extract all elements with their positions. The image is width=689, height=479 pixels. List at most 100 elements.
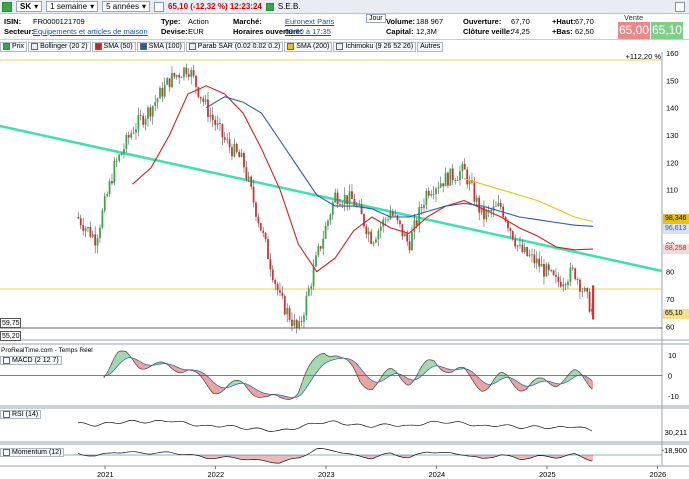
- candle-body: [226, 139, 229, 141]
- candle-body: [360, 204, 363, 215]
- legend-sma50[interactable]: SMA (50): [91, 41, 136, 52]
- candle-body: [317, 246, 320, 256]
- candle-body: [384, 219, 387, 221]
- settings-icon[interactable]: [675, 2, 685, 12]
- candle-body: [545, 264, 548, 277]
- legend-prix[interactable]: Prix: [0, 41, 28, 52]
- candle-body: [269, 259, 272, 270]
- achat-price-box[interactable]: 65,10: [651, 22, 683, 39]
- candle-body: [507, 221, 509, 229]
- candle-body: [411, 231, 413, 251]
- y-tick-label: 130: [666, 131, 679, 140]
- legend-parab-sar[interactable]: Parab SAR (0.02 0.02 0.2): [185, 41, 284, 52]
- range-select[interactable]: 5 années ▾: [102, 1, 151, 12]
- legend-label: SMA (50): [103, 42, 133, 50]
- swatch-icon: [188, 43, 196, 50]
- candle-body: [327, 220, 329, 227]
- macd-label-text: MACD (2 12 7): [12, 357, 59, 364]
- candle-body: [166, 78, 169, 85]
- candle-body: [123, 148, 125, 154]
- candle-body: [259, 223, 262, 231]
- candle-body: [435, 188, 437, 195]
- candle-body: [339, 204, 341, 205]
- candle-body: [243, 152, 245, 168]
- legend-ichimoku[interactable]: Ichimoku (9 26 52 26): [333, 41, 417, 52]
- company-name: S.E.B.: [277, 2, 301, 11]
- candle-body: [394, 215, 397, 217]
- candle-body: [180, 77, 183, 79]
- horaires-link[interactable]: 09:00 à 17:35: [285, 27, 331, 36]
- jour-button[interactable]: Jour: [366, 14, 386, 23]
- candle-body: [231, 147, 233, 157]
- candle-body: [509, 228, 512, 232]
- candle-body: [399, 220, 401, 225]
- candle-body: [415, 220, 418, 226]
- candle-body: [144, 118, 147, 125]
- devise-label: Devise:: [161, 27, 188, 36]
- symbol-select[interactable]: SK ▾: [16, 1, 43, 12]
- x-tick-label: 2023: [318, 470, 335, 479]
- macd-line: [103, 350, 593, 400]
- isin-label: ISIN:: [4, 17, 22, 26]
- capital-value: 12,3M: [416, 27, 437, 36]
- macd-signal-line: [103, 357, 593, 398]
- candle-body: [132, 132, 135, 134]
- candle-body: [490, 209, 493, 211]
- candle-body: [228, 139, 231, 148]
- candle-body: [346, 195, 349, 205]
- candle-body: [535, 258, 538, 264]
- capital-label: Capital:: [386, 27, 414, 36]
- candle-body: [519, 244, 521, 246]
- candle-body: [449, 168, 452, 186]
- period-value: 1 semaine: [50, 2, 88, 11]
- cloture-value: 74,25: [511, 27, 530, 36]
- chevron-down-icon: ▾: [142, 2, 147, 11]
- candle-body: [336, 192, 339, 205]
- candle-body: [533, 254, 536, 264]
- candle-body: [331, 202, 334, 215]
- candle-body: [531, 254, 533, 256]
- candle-body: [149, 107, 152, 117]
- legend-label: SMA (100): [148, 42, 182, 50]
- legend-sma200[interactable]: SMA (200): [284, 41, 333, 52]
- marche-link[interactable]: Euronext Paris: [285, 17, 334, 26]
- vente-price-box[interactable]: 65,00: [618, 22, 650, 39]
- sma200-tag: 98,346: [663, 214, 689, 224]
- candle-body: [423, 204, 425, 209]
- chevron-down-icon: ▾: [34, 2, 39, 11]
- candle-body: [576, 279, 579, 280]
- legend-autres[interactable]: Autres: [417, 41, 444, 52]
- candle-body: [216, 123, 219, 125]
- momentum-label[interactable]: Momentum (12): [0, 448, 65, 457]
- candle-body: [190, 70, 193, 77]
- candle-body: [564, 284, 567, 286]
- rsi-label[interactable]: RSI (14): [0, 410, 42, 419]
- candle-body: [543, 264, 545, 277]
- swatch-icon: [336, 43, 344, 50]
- vente-label: Vente: [624, 13, 644, 22]
- legend-bollinger[interactable]: Bollinger (20 2): [28, 41, 91, 52]
- legend-label: Parab SAR (0.02 0.02 0.2): [197, 42, 281, 50]
- candle-body: [521, 244, 524, 253]
- candle-body: [315, 255, 317, 267]
- candle-body: [588, 291, 591, 312]
- period-select[interactable]: 1 semaine ▾: [46, 1, 99, 12]
- type-label: Type:: [161, 17, 181, 26]
- candle-body: [310, 286, 313, 289]
- candle-body: [279, 290, 281, 293]
- legend-sma100[interactable]: SMA (100): [136, 41, 185, 52]
- candle-body: [319, 246, 322, 249]
- candle-body: [250, 176, 253, 187]
- candle-body: [238, 151, 241, 158]
- tool-icon[interactable]: [154, 1, 165, 12]
- candle-body: [370, 231, 373, 244]
- candle-body: [403, 233, 406, 237]
- candle-body: [281, 292, 284, 296]
- candle-body: [106, 194, 109, 197]
- candle-body: [425, 190, 428, 205]
- macd-label[interactable]: MACD (2 12 7): [0, 356, 62, 365]
- secteur-link[interactable]: Equipements et articles de maison: [33, 27, 148, 36]
- candle-body: [240, 152, 243, 158]
- candle-body: [571, 267, 574, 269]
- y-tick-label: 110: [666, 186, 678, 195]
